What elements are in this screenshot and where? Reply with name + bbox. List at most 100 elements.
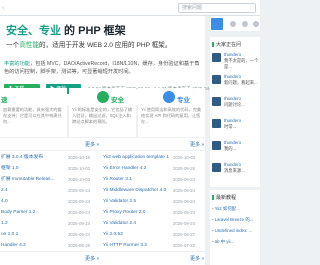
question-text: 问题讨论...	[224, 102, 245, 107]
question-item[interactable]: thundero 我的...	[212, 139, 260, 163]
feature-card-professional: Yii 使用简洁和高效的代码，完美地实现 API 和代码的复用，让您在...	[138, 106, 205, 137]
top-navbar: ‹ 搜索问题	[0, 0, 260, 16]
questions-panel: 大家正在问 thundero 我不太是的，一个是... thundero 新问题，看起…	[210, 37, 260, 187]
tutorial-link[interactable]: ▪Yii2 如何配...	[212, 206, 240, 212]
news-title-left[interactable]: 2.4	[1, 186, 66, 196]
news-title-left[interactable]: 4.0	[1, 197, 66, 207]
news-title-left[interactable]: 1.2	[1, 219, 66, 229]
more-link-footer-right[interactable]: 更多 »	[190, 255, 204, 262]
avatar	[212, 119, 221, 128]
menu-icon[interactable]	[253, 21, 259, 27]
avatar	[212, 97, 221, 106]
hero-description: 丰富的功能，包括 MVC，DAO/ActiveRecord，I18N/L10N，…	[4, 61, 200, 76]
news-title-left[interactable]: Handler 4.2	[1, 241, 66, 251]
question-text: 时常...	[224, 124, 237, 129]
question-user[interactable]: thundero	[224, 162, 241, 167]
news-title-right[interactable]: Yii 2.0.53	[103, 230, 169, 240]
news-footer: 更多 » 更多 »	[0, 251, 205, 265]
avatar	[212, 141, 221, 150]
news-date-left: 2025-09-24	[68, 188, 90, 193]
tutorial-link[interactable]: ▪ab 中 yii...	[212, 239, 234, 245]
news-date-right: 2025-09-24	[173, 221, 195, 226]
avatar	[212, 163, 221, 172]
news-row: 扩展 3.0.4 版本发布 2025-10-16 Yii3 web applicat…	[0, 153, 205, 163]
news-row: 2.4 2025-09-24 Yii Middleware Dispatcher 4…	[0, 186, 205, 196]
feature-card-security: Yii 的标准是安全的，它包括了输入验证，输出过滤，SQL注入和跨站点脚本的预防…	[69, 106, 136, 137]
news-title-right[interactable]: Yii Error Handler 4.2	[103, 164, 169, 174]
question-user[interactable]: thundero	[224, 96, 241, 101]
news-date-right: 2025-09-24	[173, 188, 195, 193]
news-row: Handler 4.2 2025-08-26 Yii HTTP Runner 3.2…	[0, 241, 205, 251]
tutorial-link[interactable]: ▪Undefined index: ...	[212, 228, 252, 233]
news-date-left: 2025-08-26	[68, 243, 90, 248]
news-row: 1.2 2025-09-24 Yii Validator 2.4 2025-09-24	[0, 219, 205, 229]
feature-card-speed: 加载需要的功能，具有强大的缓存支持；它是可以在其中构建任何...	[0, 106, 67, 137]
news-title-right[interactable]: Yii Proxy Router 2.0	[103, 208, 169, 218]
news-row: Body Parser 1.2 2025-09-24 Yii Proxy Route…	[0, 208, 205, 218]
tutorial-link[interactable]: ▪Laravel Breeze 的...	[212, 217, 253, 223]
avatar	[212, 75, 221, 84]
news-row: 框架 1.0 2025-10-03 Yii Error Handler 4.2 202…	[0, 164, 205, 174]
bell-icon[interactable]	[230, 21, 236, 27]
news-title-right[interactable]: Yii Validator 2.4	[103, 219, 169, 229]
more-link-news[interactable]: 更多 »	[190, 141, 204, 148]
news-title-right[interactable]: Yii Router 3.1	[103, 175, 169, 185]
news-title-right[interactable]: Yii HTTP Runner 3.2	[103, 241, 169, 251]
panel-title-tutorials: 最新教程	[212, 194, 236, 201]
news-row: on 1.0.1 2025-09-24 Yii 2.0.53 2025-06-27	[0, 230, 205, 240]
news-title-left[interactable]: 扩展 3.0.4 版本发布	[1, 153, 66, 163]
news-date-right: 2025-09-24	[173, 199, 195, 204]
apps-icon[interactable]	[211, 18, 223, 30]
question-item[interactable]: thundero 问题讨论...	[212, 95, 260, 119]
feature-header-professional: 专业	[138, 88, 205, 106]
search-input[interactable]: 搜索问题	[178, 3, 256, 13]
avatar	[212, 53, 221, 62]
question-item[interactable]: thundero 时常...	[212, 117, 260, 141]
briefcase-icon	[163, 91, 175, 103]
question-item[interactable]: thundero 我不太是的，一个是...	[212, 51, 260, 75]
more-link-extensions[interactable]: 更多 »	[85, 141, 99, 148]
document-icon: ▪	[212, 206, 214, 211]
feature-header-security: 安全	[69, 88, 136, 106]
news-title-left[interactable]: 扩展 Immutable Releas...	[1, 175, 66, 185]
tutorials-panel: 最新教程 ▪Yii2 如何配... ▪Laravel Breeze 的... ▪Un…	[210, 190, 260, 265]
question-item[interactable]: thundero 新问题，看起来...	[212, 73, 260, 97]
user-icon[interactable]	[242, 21, 248, 27]
news-date-left: 2025-10-03	[68, 166, 90, 171]
more-link-footer-left[interactable]: 更多 »	[85, 255, 99, 262]
news-panel: 更多 » 更多 » 扩展 3.0.4 版本发布 2025-10-16 Yii3 we…	[0, 138, 205, 265]
news-date-right: 2025-09-24	[173, 177, 195, 182]
document-icon: ▪	[212, 217, 214, 222]
news-title-right[interactable]: Yii Validator 2.5	[103, 197, 169, 207]
question-text: 消息来源...	[224, 168, 245, 173]
feature-header-speed: 速	[0, 88, 67, 106]
news-date-right: 2025-07-22	[173, 243, 195, 248]
news-title-left[interactable]: 框架 1.0	[1, 164, 66, 174]
news-title-right[interactable]: Yii3 web application template 1.0	[103, 153, 169, 163]
news-date-left: 2025-09-24	[68, 221, 90, 226]
news-row: 扩展 Immutable Releas... 2025-10-03 Yii Rout…	[0, 175, 205, 185]
shield-icon	[97, 91, 109, 103]
news-row: 4.0 2025-09-24 Yii Validator 2.5 2025-09-24	[0, 197, 205, 207]
chevron-left-icon[interactable]: ‹	[2, 3, 5, 13]
news-date-left: 2025-10-16	[68, 155, 90, 160]
question-user[interactable]: thundero	[224, 140, 241, 145]
news-date-left: 2025-10-03	[68, 177, 90, 182]
question-item[interactable]: thundero 消息来源...	[212, 161, 260, 185]
document-icon: ▪	[212, 228, 214, 233]
news-title-left[interactable]: Body Parser 1.2	[1, 208, 66, 218]
news-title-right[interactable]: Yii Middleware Dispatcher 4.0	[103, 186, 169, 196]
news-date-right: 2025-09-26	[173, 166, 195, 171]
hero-subtitle: 一个高性能的，适用于开发 WEB 2.0 应用的 PHP 框架。	[6, 42, 172, 49]
question-text: 我不太是的，一个是...	[224, 58, 259, 69]
question-user[interactable]: thundero	[224, 74, 241, 79]
question-user[interactable]: thundero	[224, 52, 241, 57]
news-date-left: 2025-09-24	[68, 199, 90, 204]
sidebar-toolbar	[210, 16, 260, 31]
question-user[interactable]: thundero	[224, 118, 241, 123]
news-date-left: 2025-09-24	[68, 232, 90, 237]
hero-title: 安全、专业 的 PHP 框架	[6, 25, 126, 37]
news-title-left[interactable]: on 1.0.1	[1, 230, 66, 240]
document-icon: ▪	[212, 239, 214, 244]
news-header: 更多 » 更多 »	[0, 138, 205, 151]
